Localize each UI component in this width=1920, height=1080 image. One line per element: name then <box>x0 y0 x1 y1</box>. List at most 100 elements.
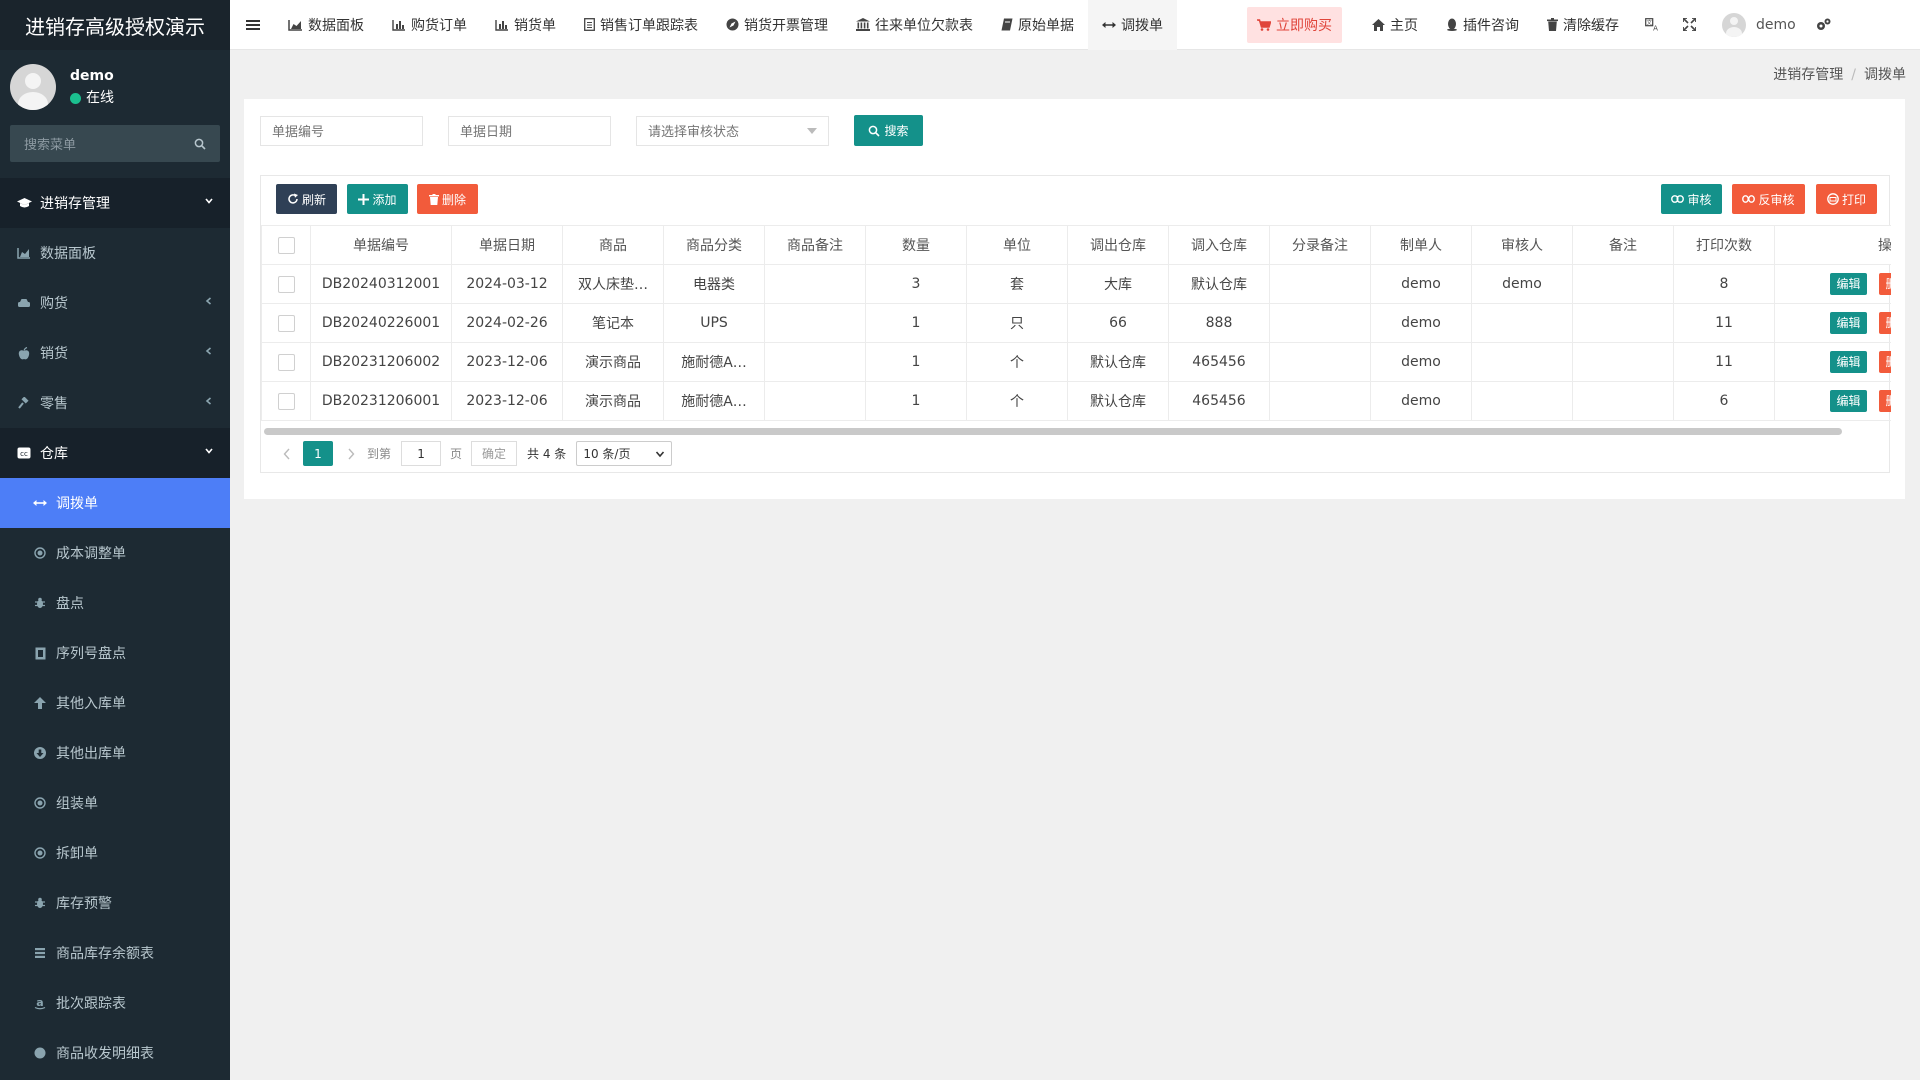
tab-sales-order-tracking[interactable]: 销售订单跟踪表 <box>570 0 712 50</box>
sidebar-item-stock-alert[interactable]: 库存预警 <box>0 878 230 928</box>
sidebar-item-stocktake[interactable]: 盘点 <box>0 578 230 628</box>
language-button[interactable]: 文A <box>1633 0 1671 50</box>
cell-entry-note <box>1269 381 1371 421</box>
chevron-right-icon[interactable] <box>347 448 355 460</box>
goto-page-input[interactable]: 1 <box>401 441 442 466</box>
column-header[interactable]: 数量 <box>865 225 967 265</box>
cell-goods: 演示商品 <box>562 342 664 382</box>
sidebar-item-inventory-management[interactable]: 进销存管理 <box>0 178 230 228</box>
refresh-button[interactable]: 刷新 <box>276 184 337 214</box>
search-icon[interactable] <box>194 138 206 150</box>
add-button[interactable]: 添加 <box>347 184 408 214</box>
fullscreen-button[interactable] <box>1671 0 1708 50</box>
delete-row-button[interactable]: 删除 <box>1879 312 1891 334</box>
edit-row-button[interactable]: 编辑 <box>1830 273 1867 295</box>
cell-actions: 编辑删除 <box>1774 303 1891 343</box>
tab-original-docs[interactable]: 原始单据 <box>987 0 1088 50</box>
cell-auditor <box>1471 381 1573 421</box>
bill-no-input[interactable]: 单据编号 <box>260 115 423 146</box>
sidebar-item-warehouse[interactable]: cc 仓库 <box>0 428 230 478</box>
bill-date-input[interactable]: 单据日期 <box>448 115 611 146</box>
cell-goods-note <box>764 303 866 343</box>
sidebar-item-batch-tracking[interactable]: a 批次跟踪表 <box>0 978 230 1028</box>
page-size-select[interactable]: 10 条/页 <box>576 441 673 466</box>
delete-button[interactable]: 删除 <box>417 184 478 214</box>
sidebar: 进销存高级授权演示 demo 在线 搜索菜单 进销存管理 数据面板 购货 销货 <box>0 0 230 1080</box>
clear-cache-button[interactable]: 清除缓存 <box>1533 0 1633 50</box>
sidebar-item-other-outbound[interactable]: 其他出库单 <box>0 728 230 778</box>
row-checkbox[interactable] <box>277 314 295 332</box>
arrows-h-icon <box>1102 21 1116 28</box>
table-row[interactable]: DB20240226001 2024-02-26 笔记本 UPS 1 只 66 … <box>261 303 1891 343</box>
column-header[interactable]: 分录备注 <box>1269 225 1371 265</box>
column-header[interactable]: 制单人 <box>1370 225 1472 265</box>
sidebar-item-retail[interactable]: 零售 <box>0 378 230 428</box>
edit-row-button[interactable]: 编辑 <box>1830 312 1867 334</box>
buy-now-button[interactable]: 立即购买 <box>1247 6 1342 43</box>
sidebar-item-goods-flow[interactable]: 商品收发明细表 <box>0 1028 230 1078</box>
column-header[interactable]: 单位 <box>966 225 1068 265</box>
edit-row-button[interactable]: 编辑 <box>1830 351 1867 373</box>
settings-button[interactable] <box>1810 0 1843 50</box>
column-header[interactable]: 备注 <box>1572 225 1674 265</box>
sidebar-item-dashboard[interactable]: 数据面板 <box>0 228 230 278</box>
column-header[interactable]: 打印次数 <box>1673 225 1775 265</box>
sidebar-item-disassembly[interactable]: 拆卸单 <box>0 828 230 878</box>
breadcrumb-item[interactable]: 进销存管理 <box>1773 67 1843 83</box>
audit-status-select[interactable]: 请选择审核状态 <box>636 115 829 146</box>
audit-button[interactable]: 审核 <box>1661 184 1722 214</box>
cell-auditor <box>1471 342 1573 382</box>
unaudit-button[interactable]: 反审核 <box>1732 184 1805 214</box>
cell-quantity: 1 <box>865 342 967 382</box>
table-row[interactable]: DB20231206001 2023-12-06 演示商品 施耐德A… 1 个 … <box>261 381 1891 421</box>
tab-receivables[interactable]: 往来单位欠款表 <box>842 0 987 50</box>
tab-purchase-order[interactable]: 购货订单 <box>378 0 481 50</box>
column-header[interactable]: 商品备注 <box>764 225 866 265</box>
goto-confirm-button[interactable]: 确定 <box>471 441 518 466</box>
sidebar-item-cost-adjustment[interactable]: 成本调整单 <box>0 528 230 578</box>
column-header[interactable]: 商品分类 <box>663 225 765 265</box>
sidebar-item-sales[interactable]: 销货 <box>0 328 230 378</box>
row-checkbox[interactable] <box>277 392 295 410</box>
column-header[interactable]: 单据编号 <box>310 225 452 265</box>
plugin-consult-link[interactable]: 插件咨询 <box>1432 0 1533 50</box>
sidebar-item-purchase[interactable]: 购货 <box>0 278 230 328</box>
sidebar-item-serial-stocktake[interactable]: 序列号盘点 <box>0 628 230 678</box>
column-header[interactable]: 调入仓库 <box>1168 225 1270 265</box>
sidebar-item-assembly[interactable]: 组装单 <box>0 778 230 828</box>
delete-row-button[interactable]: 删除 <box>1879 273 1891 295</box>
print-button[interactable]: 打印 <box>1816 184 1877 214</box>
row-checkbox[interactable] <box>277 353 295 371</box>
delete-row-button[interactable]: 删除 <box>1879 351 1891 373</box>
svg-text:文: 文 <box>1646 18 1652 26</box>
user-menu[interactable]: demo <box>1708 0 1810 50</box>
table-row[interactable]: DB20240312001 2024-03-12 双人床垫… 电器类 3 套 大… <box>261 264 1891 304</box>
column-header[interactable]: 调出仓库 <box>1067 225 1169 265</box>
edit-row-button[interactable]: 编辑 <box>1830 390 1867 412</box>
tab-label: 销货开票管理 <box>744 17 828 34</box>
horizontal-scrollbar[interactable] <box>264 428 1842 435</box>
tab-transfer-order[interactable]: 调拨单 <box>1088 0 1177 50</box>
page-current[interactable]: 1 <box>303 441 333 466</box>
column-header[interactable]: 单据日期 <box>451 225 563 265</box>
row-checkbox[interactable] <box>277 275 295 293</box>
select-all-checkbox[interactable] <box>277 236 295 254</box>
avatar <box>1722 12 1746 37</box>
home-link[interactable]: 主页 <box>1358 0 1432 50</box>
tab-invoice-management[interactable]: 销货开票管理 <box>712 0 842 50</box>
tab-sales-bill[interactable]: 销货单 <box>481 0 570 50</box>
search-button[interactable]: 搜索 <box>854 115 923 146</box>
app-brand[interactable]: 进销存高级授权演示 <box>0 0 230 50</box>
tab-dashboard[interactable]: 数据面板 <box>274 0 378 50</box>
table-row[interactable]: DB20231206002 2023-12-06 演示商品 施耐德A… 1 个 … <box>261 342 1891 382</box>
file-text-icon <box>584 18 595 31</box>
sidebar-item-stock-balance[interactable]: 商品库存余额表 <box>0 928 230 978</box>
column-header[interactable]: 审核人 <box>1471 225 1573 265</box>
delete-row-button[interactable]: 删除 <box>1879 390 1891 412</box>
menu-search-input[interactable]: 搜索菜单 <box>10 125 220 162</box>
column-header[interactable]: 商品 <box>562 225 664 265</box>
sidebar-item-transfer-order[interactable]: 调拨单 <box>0 478 230 528</box>
chevron-left-icon[interactable] <box>283 448 291 460</box>
menu-toggle-button[interactable] <box>230 0 274 50</box>
sidebar-item-other-inbound[interactable]: 其他入库单 <box>0 678 230 728</box>
